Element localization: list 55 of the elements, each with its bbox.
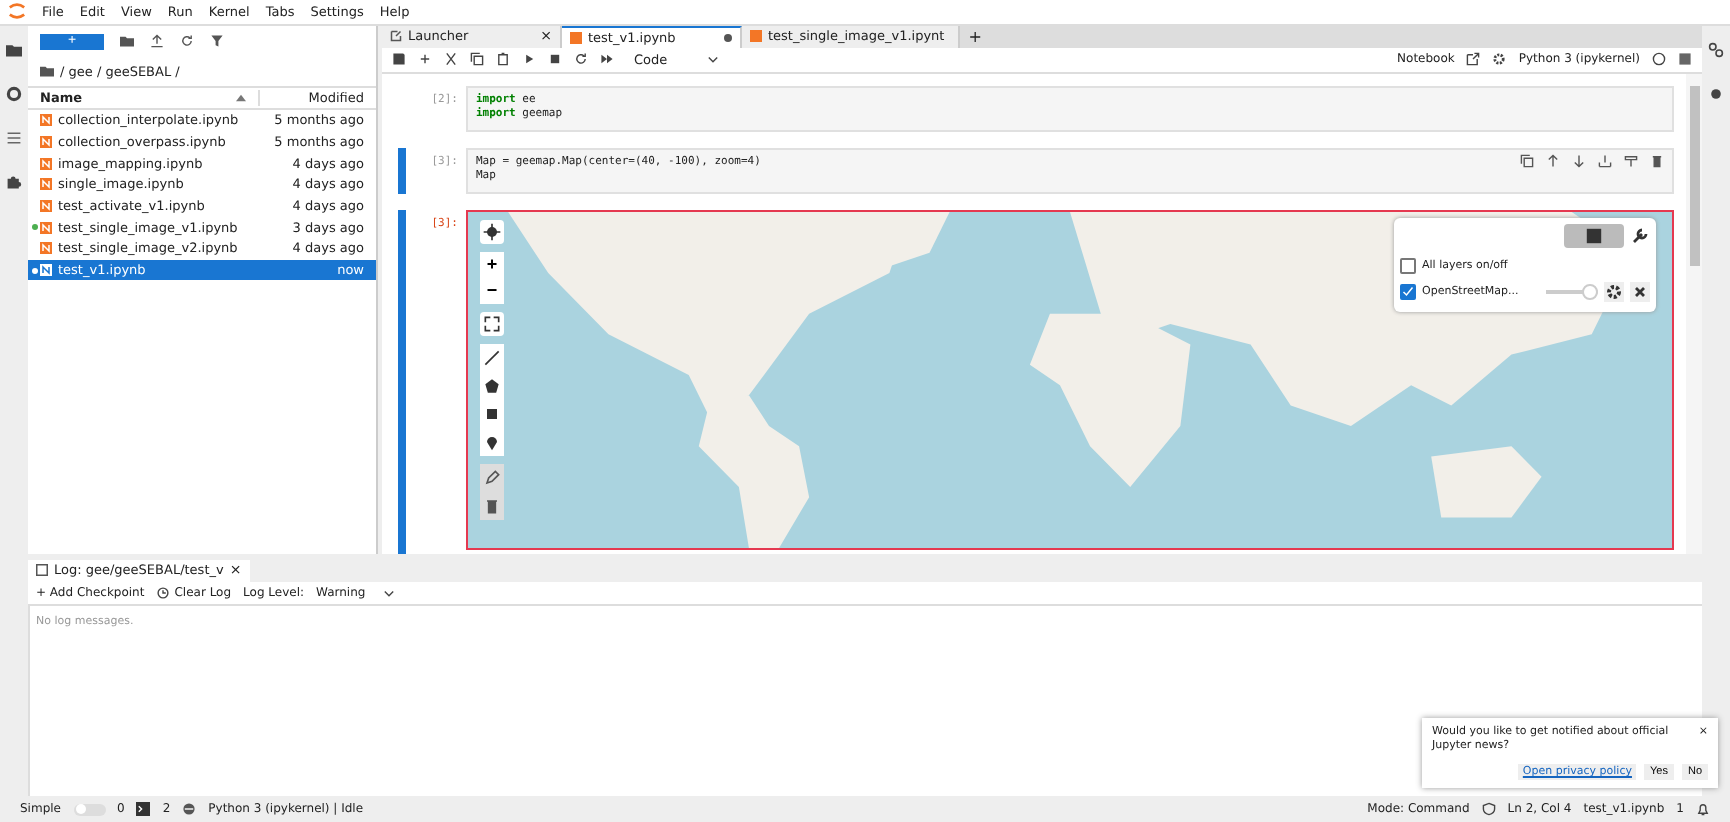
layer-checkbox[interactable] xyxy=(1400,258,1416,275)
trash-icon[interactable] xyxy=(1650,153,1664,168)
wrench-icon[interactable] xyxy=(1630,223,1650,248)
chevron-down-icon xyxy=(381,585,396,600)
filter-icon[interactable] xyxy=(210,34,224,49)
circle-icon[interactable] xyxy=(6,85,22,102)
folder-icon[interactable] xyxy=(40,64,54,79)
polyline-icon[interactable] xyxy=(480,343,504,372)
notebook-icon xyxy=(40,157,52,170)
fullscreen-icon[interactable] xyxy=(480,311,504,336)
notebook-icon xyxy=(750,30,762,43)
add-tab-button[interactable]: + xyxy=(960,25,990,48)
notebook-icon xyxy=(40,178,52,191)
plus-icon[interactable] xyxy=(418,52,432,67)
chevron-down-icon[interactable] xyxy=(706,52,720,67)
sort-icon xyxy=(236,93,246,102)
simple-mode-toggle[interactable] xyxy=(73,803,105,816)
logo-icon xyxy=(8,2,26,21)
arrow-up-icon[interactable] xyxy=(1546,153,1560,168)
notebook-icon xyxy=(40,200,52,212)
paste-icon[interactable] xyxy=(496,52,510,67)
trash-icon[interactable] xyxy=(480,491,504,520)
terminal-icon[interactable] xyxy=(136,802,151,817)
cut-icon[interactable] xyxy=(444,52,458,67)
close-icon[interactable] xyxy=(1630,282,1650,303)
duplicate-icon[interactable] xyxy=(1520,153,1534,168)
notebook-icon xyxy=(570,31,582,44)
external-link-icon[interactable] xyxy=(1466,52,1481,67)
fast-forward-icon[interactable] xyxy=(600,52,614,67)
notebook-icon xyxy=(40,221,52,234)
edit-icon[interactable] xyxy=(480,463,504,492)
notebook-icon xyxy=(40,242,52,255)
run-icon[interactable] xyxy=(522,52,536,67)
refresh-icon[interactable] xyxy=(180,34,194,49)
notebook-icon xyxy=(40,135,52,148)
external-icon xyxy=(390,30,402,43)
save-icon[interactable] xyxy=(392,52,406,67)
folder-plus-icon[interactable] xyxy=(120,34,134,49)
kernel-status-icon xyxy=(1652,52,1666,67)
puzzle-icon[interactable] xyxy=(6,173,22,190)
folder-icon[interactable] xyxy=(6,41,22,58)
opacity-slider[interactable] xyxy=(1546,290,1598,295)
shield-icon[interactable] xyxy=(1481,802,1496,817)
notebook-icon xyxy=(40,264,52,277)
copy-icon[interactable] xyxy=(470,52,484,67)
scrollbar[interactable] xyxy=(1686,73,1702,554)
layer-checkbox[interactable] xyxy=(1400,284,1416,301)
kernel-icon[interactable] xyxy=(182,802,197,817)
restart-icon[interactable] xyxy=(574,52,588,67)
upload-icon[interactable] xyxy=(150,34,164,49)
arrow-down-icon[interactable] xyxy=(1572,153,1586,168)
stop-icon[interactable] xyxy=(548,52,562,67)
insert-above-icon[interactable] xyxy=(1598,153,1612,168)
bell-icon[interactable] xyxy=(1696,802,1710,817)
notebook-icon xyxy=(40,114,52,127)
